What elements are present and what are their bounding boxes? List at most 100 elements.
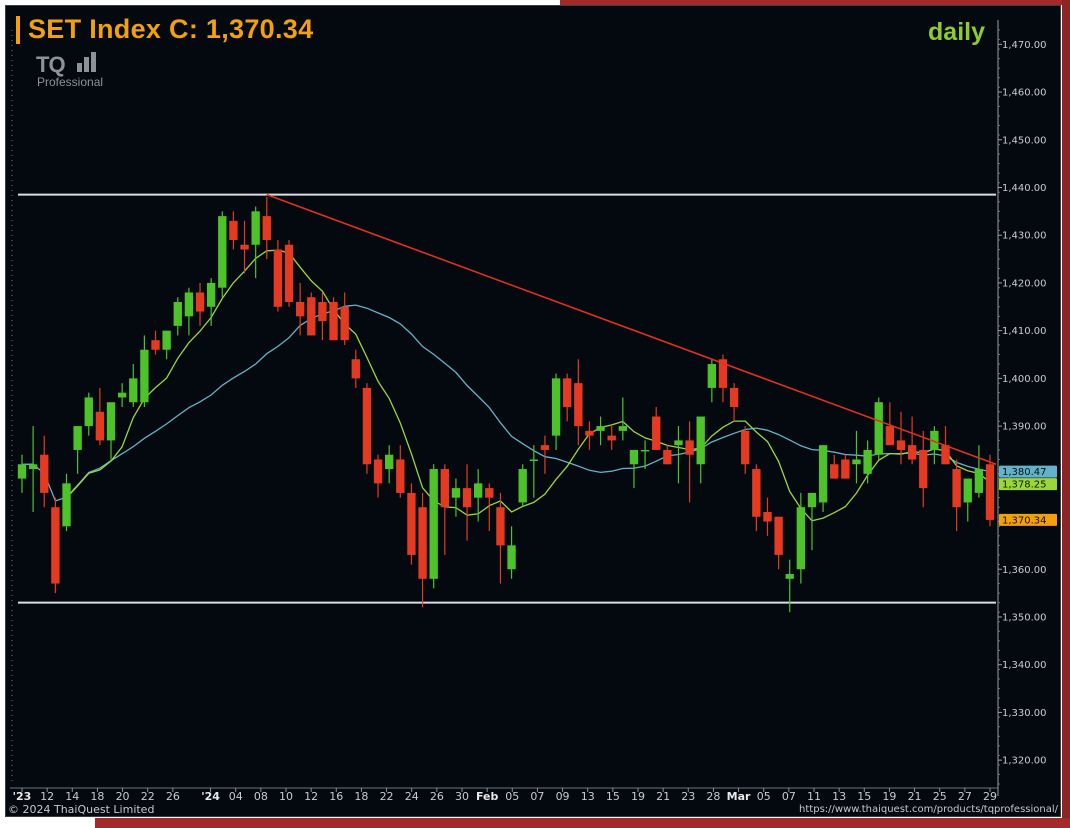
x-tick-label: 26 <box>430 790 444 803</box>
x-tick-label: 14 <box>65 790 79 803</box>
chart-frame: SET Index C: 1,370.34 daily TQ Professio… <box>0 0 1070 828</box>
candle-body <box>407 492 416 555</box>
candle-body <box>62 483 71 527</box>
candle <box>373 454 383 498</box>
candle-body <box>652 416 661 450</box>
candle <box>774 516 783 570</box>
candle-body <box>874 402 883 455</box>
candle <box>518 464 527 508</box>
candle <box>830 454 839 479</box>
candle <box>284 239 294 307</box>
candle <box>140 335 149 407</box>
candle <box>496 492 505 584</box>
candle-body <box>28 464 38 470</box>
candle-body <box>574 383 583 427</box>
candle <box>919 430 928 508</box>
candle <box>863 440 872 484</box>
candle <box>240 220 249 274</box>
last-value-tag: 1,370.34 <box>999 513 1057 526</box>
candle <box>963 478 972 522</box>
candle-body <box>106 402 116 441</box>
candle <box>151 330 160 355</box>
candle <box>251 206 260 279</box>
candle <box>451 478 461 517</box>
candle-body <box>518 469 527 503</box>
candle-body <box>262 216 271 240</box>
y-tick-label: 1,320.00 <box>1002 756 1047 767</box>
candle <box>741 426 750 474</box>
x-tick-label: 30 <box>455 790 469 803</box>
candle-body <box>696 416 705 465</box>
last-value-tag: 1,380.47 <box>999 465 1057 478</box>
x-tick-label: Feb <box>476 790 499 803</box>
candle-body <box>907 445 917 460</box>
x-tick-label: 08 <box>254 790 268 803</box>
candle <box>229 211 238 250</box>
candle-body <box>206 282 216 307</box>
x-tick-label: 07 <box>782 790 796 803</box>
candle <box>318 292 327 341</box>
candle-body <box>629 449 639 465</box>
y-tick-label: 1,390.00 <box>1002 422 1047 433</box>
candle <box>40 435 49 508</box>
candle <box>841 454 850 479</box>
candle-body <box>385 454 394 470</box>
candle <box>162 330 171 360</box>
candle-body <box>752 469 761 517</box>
candle-body <box>173 302 182 326</box>
candle <box>106 402 116 460</box>
candle <box>17 454 27 493</box>
candle <box>685 421 694 503</box>
x-tick-label: 04 <box>229 790 243 803</box>
x-tick-label: 05 <box>505 790 519 803</box>
y-tick-label: 1,350.00 <box>1002 612 1047 623</box>
x-tick-label: 20 <box>116 790 130 803</box>
x-tick-label: 18 <box>90 790 104 803</box>
x-tick-label: 25 <box>933 790 947 803</box>
candle <box>51 497 60 594</box>
source-url[interactable]: https://www.thaiquest.com/products/tqpro… <box>799 804 1058 815</box>
trendline-group <box>266 193 997 466</box>
candle-body <box>540 445 550 450</box>
candle <box>974 445 984 498</box>
moving-averages <box>21 249 991 522</box>
candle-body <box>329 302 338 341</box>
candle-body <box>830 464 839 479</box>
candle <box>763 497 772 536</box>
candle-body <box>896 440 906 450</box>
x-tick-label: 24 <box>405 790 419 803</box>
candle-body <box>852 459 861 465</box>
candle-body <box>318 302 327 322</box>
candle-body <box>429 469 438 579</box>
candle <box>907 416 917 465</box>
last-value-tag-label: 1,378.25 <box>1002 480 1047 491</box>
candle-body <box>863 449 872 474</box>
candle <box>618 397 627 441</box>
x-tick-label: '23 <box>13 790 32 803</box>
candles <box>17 197 995 613</box>
candle <box>507 526 516 579</box>
candle-body <box>585 430 594 436</box>
candle-body <box>307 297 316 336</box>
candle-body <box>451 488 461 498</box>
candle-body <box>151 340 160 350</box>
candle-body <box>607 435 616 441</box>
x-tick-label: 12 <box>304 790 318 803</box>
y-tick-label: 1,460.00 <box>1002 88 1047 99</box>
candle <box>551 373 561 450</box>
candle <box>729 383 739 422</box>
candle-body <box>340 306 349 341</box>
candle-body <box>885 426 895 446</box>
candle-body <box>273 249 283 307</box>
candle <box>785 559 794 613</box>
candle <box>218 211 227 298</box>
candle-body <box>785 574 794 579</box>
x-tick-label: 26 <box>166 790 180 803</box>
candle <box>607 426 616 450</box>
candle-body <box>117 392 127 398</box>
candle-body <box>84 397 93 427</box>
candle-body <box>218 216 227 288</box>
candle-body <box>140 349 149 403</box>
candle <box>385 445 394 484</box>
candle-body <box>763 511 772 522</box>
